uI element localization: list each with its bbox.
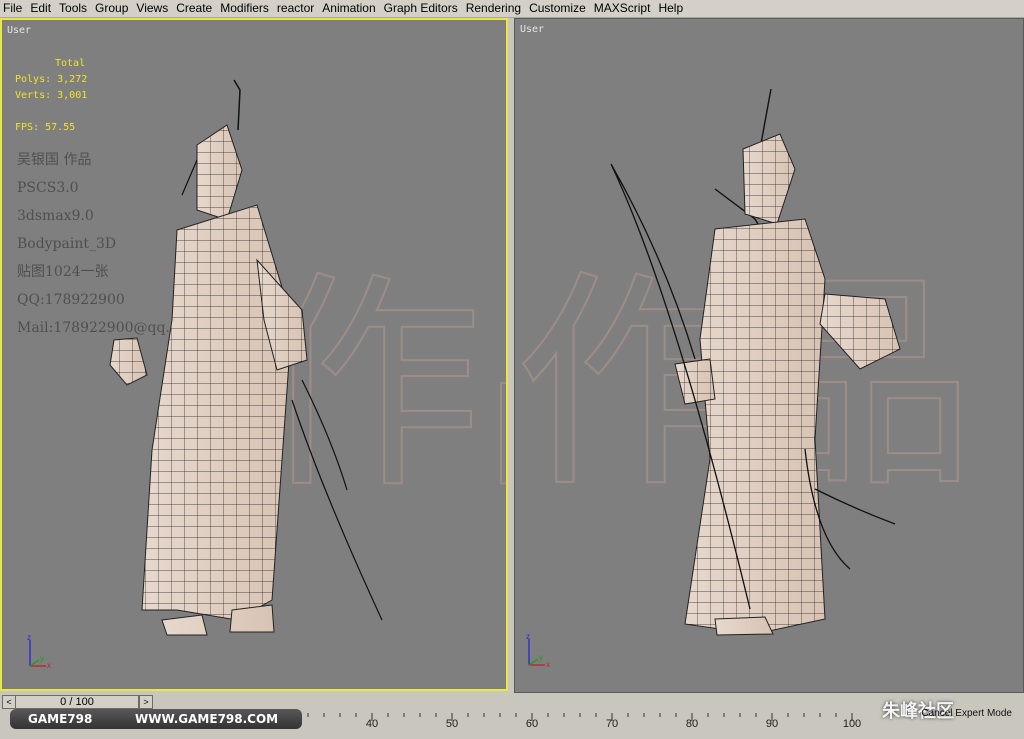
axis-x-label: x <box>47 661 51 670</box>
track-tick-label: 40 <box>365 718 379 730</box>
axis-z-label: z <box>526 632 530 641</box>
axis-gizmo: z x y <box>27 633 51 670</box>
next-frame-button[interactable]: > <box>139 695 153 709</box>
menu-reactor[interactable]: reactor <box>273 0 318 17</box>
banner-left-text: GAME798 <box>28 712 93 726</box>
menu-edit[interactable]: Edit <box>26 0 55 17</box>
game798-banner[interactable]: GAME798 WWW.GAME798.COM <box>10 709 302 729</box>
axis-y-label: y <box>539 653 543 662</box>
track-tick-label: 60 <box>525 718 539 730</box>
menu-create[interactable]: Create <box>172 0 216 17</box>
viewport-user-right[interactable]: User 作品 z x y <box>514 18 1024 693</box>
menu-graph-editors[interactable]: Graph Editors <box>380 0 462 17</box>
wireframe-character-side <box>610 88 901 636</box>
menu-animation[interactable]: Animation <box>318 0 379 17</box>
menu-views[interactable]: Views <box>132 0 172 17</box>
character-mesh <box>109 79 383 636</box>
track-tick-label: 90 <box>765 718 779 730</box>
character-mesh <box>610 88 901 636</box>
menu-tools[interactable]: Tools <box>55 0 91 17</box>
expert-mode-status[interactable]: Cancel Expert Mode <box>921 708 1012 719</box>
track-tick-label: 80 <box>685 718 699 730</box>
banner-right-text: WWW.GAME798.COM <box>135 712 279 726</box>
axis-gizmo: z x y <box>526 632 550 669</box>
menu-file[interactable]: File <box>0 0 26 17</box>
menu-customize[interactable]: Customize <box>525 0 590 17</box>
time-slider[interactable]: 0 / 100 <box>15 695 139 709</box>
wireframe-character-front <box>109 79 383 636</box>
menu-group[interactable]: Group <box>91 0 132 17</box>
axis-y-label: y <box>40 654 44 663</box>
menu-help[interactable]: Help <box>654 0 687 17</box>
menu-rendering[interactable]: Rendering <box>462 0 525 17</box>
track-tick-label: 100 <box>842 718 862 730</box>
time-slider-text: 0 / 100 <box>60 696 94 708</box>
viewport-user-left[interactable]: User 作品 Total Polys: 3,272 Verts: 3,001 … <box>0 18 508 691</box>
axis-x-label: x <box>546 660 550 669</box>
menu-bar: File Edit Tools Group Views Create Modif… <box>0 0 1024 18</box>
track-tick-label: 70 <box>605 718 619 730</box>
prev-frame-button[interactable]: < <box>2 695 16 709</box>
menu-maxscript[interactable]: MAXScript <box>590 0 655 17</box>
track-tick-label: 50 <box>445 718 459 730</box>
axis-z-label: z <box>27 633 31 642</box>
menu-modifiers[interactable]: Modifiers <box>216 0 273 17</box>
